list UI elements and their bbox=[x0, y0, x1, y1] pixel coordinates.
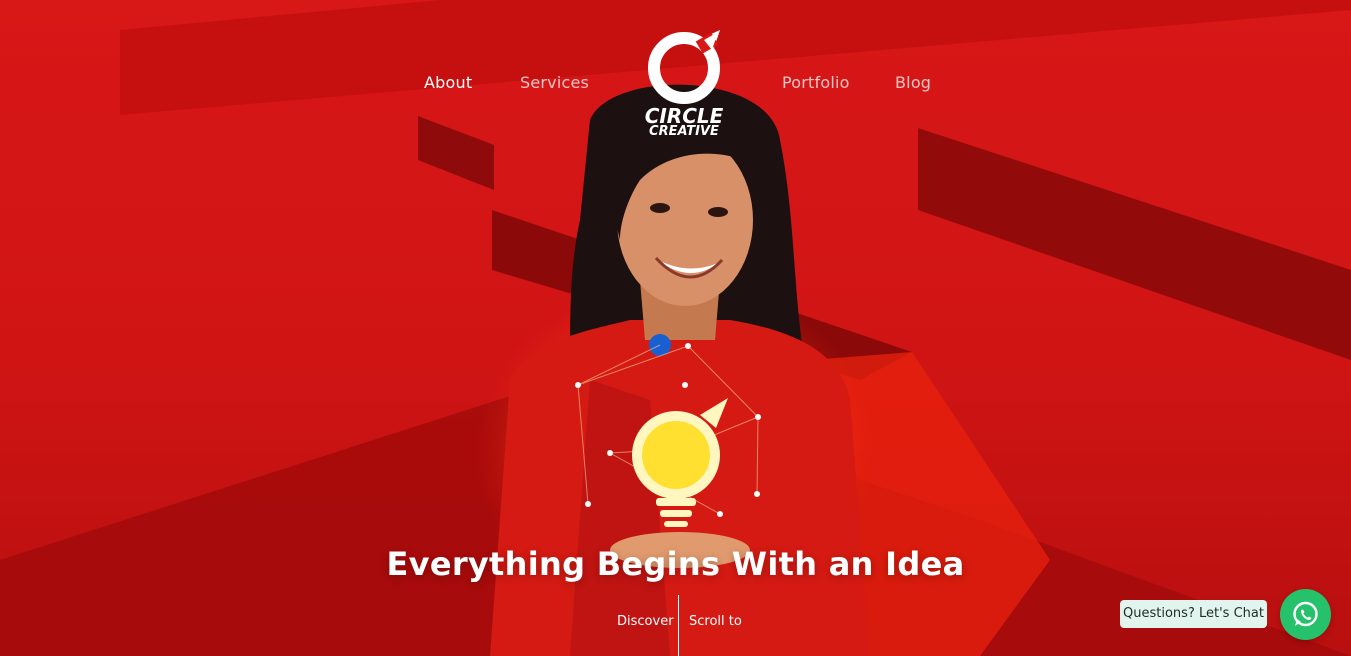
logo-line2: CREATIVE bbox=[649, 124, 719, 139]
whatsapp-chat-button[interactable] bbox=[1280, 589, 1331, 640]
nav-portfolio[interactable]: Portfolio bbox=[782, 73, 850, 92]
hero-section: About Services Portfolio Blog CIRCLE CRE… bbox=[0, 0, 1351, 656]
scroll-discover-label[interactable]: Discover bbox=[617, 614, 674, 629]
chat-prompt-bubble[interactable]: Questions? Let's Chat bbox=[1120, 600, 1267, 628]
logo-circle-icon bbox=[648, 30, 720, 104]
scroll-to-label[interactable]: Scroll to bbox=[689, 614, 742, 629]
circle-creative-logo[interactable]: CIRCLE CREATIVE bbox=[632, 30, 736, 142]
hero-headline: Everything Begins With an Idea bbox=[386, 545, 965, 583]
logo-line1: CIRCLE bbox=[644, 104, 724, 128]
nav-blog[interactable]: Blog bbox=[895, 73, 931, 92]
whatsapp-icon bbox=[1293, 601, 1318, 627]
nav-about[interactable]: About bbox=[424, 73, 472, 92]
nav-services[interactable]: Services bbox=[520, 73, 589, 92]
scroll-divider bbox=[678, 595, 679, 656]
